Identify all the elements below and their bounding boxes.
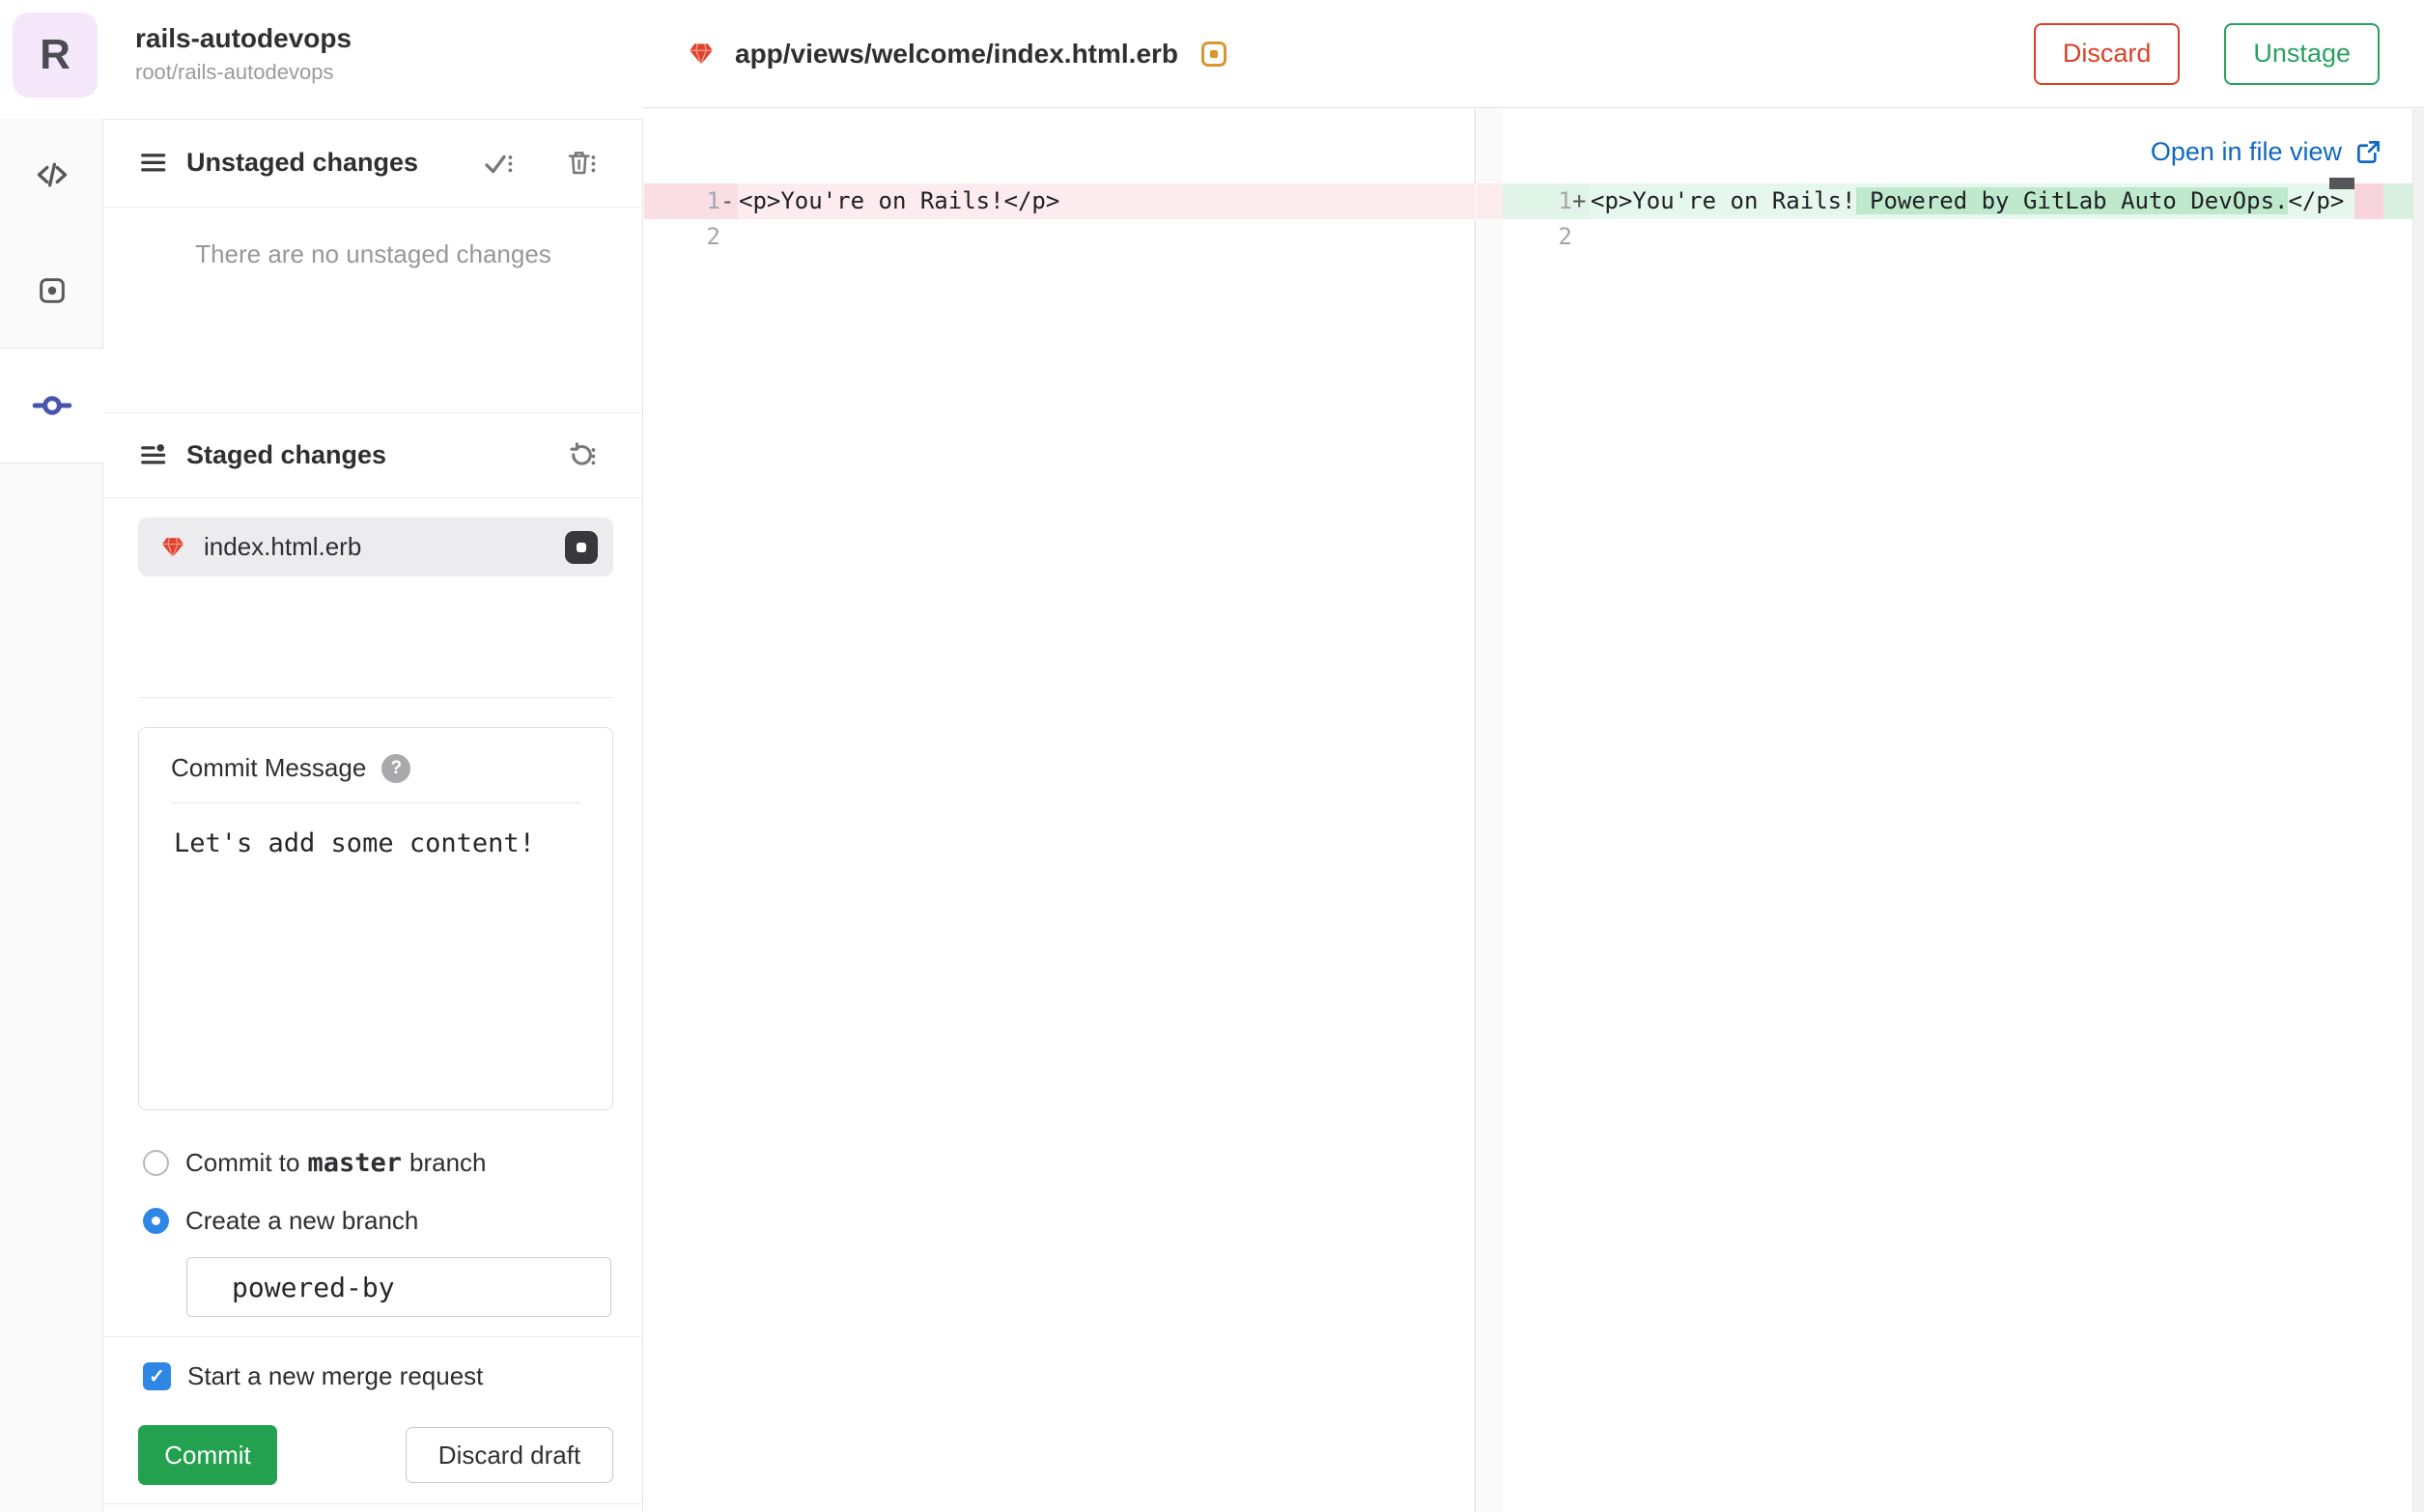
list-icon xyxy=(138,148,169,179)
project-header: R rails-autodevops root/rails-autodevops xyxy=(0,0,643,119)
branch-name-master: master xyxy=(307,1148,403,1178)
diff-file-path: app/views/welcome/index.html.erb xyxy=(735,38,1179,69)
staged-file-row[interactable]: index.html.erb xyxy=(138,518,613,576)
line-number: 1 + xyxy=(1558,187,1587,214)
unstage-all-button[interactable] xyxy=(566,440,597,471)
radio-checked[interactable] xyxy=(143,1208,169,1234)
commit-button[interactable]: Commit xyxy=(138,1425,277,1485)
divider xyxy=(138,697,613,698)
added-code-line[interactable]: <p>You're on Rails! Powered by GitLab Au… xyxy=(1591,183,2344,219)
checkbox-checked[interactable] xyxy=(143,1361,171,1390)
line-number: 2 xyxy=(1558,223,1572,250)
project-path: root/rails-autodevops xyxy=(135,60,334,84)
diff-pane-modified[interactable]: 1 + <p>You're on Rails! Powered by GitLab… xyxy=(1477,109,2412,1512)
ruby-file-icon xyxy=(159,534,186,561)
start-merge-request-option[interactable]: Start a new merge request xyxy=(143,1361,483,1390)
page-scrollbar[interactable] xyxy=(2412,109,2424,1512)
commit-icon xyxy=(32,385,72,426)
staged-file-name: index.html.erb xyxy=(204,532,362,561)
overview-deleted-mark xyxy=(2354,183,2383,219)
modified-badge-orange-icon xyxy=(1201,41,1227,67)
staged-list-icon xyxy=(138,440,169,471)
staged-changes-header: Staged changes xyxy=(103,412,643,498)
added-word-highlight: Powered by GitLab Auto DevOps. xyxy=(1855,187,2289,214)
ruby-file-icon xyxy=(687,40,716,69)
unstage-button[interactable]: Unstage xyxy=(2224,22,2380,85)
discard-button[interactable]: Discard xyxy=(2033,22,2181,85)
create-new-branch-option[interactable]: Create a new branch xyxy=(143,1203,418,1239)
deleted-region-mark xyxy=(1477,183,1503,219)
unstaged-changes-title: Unstaged changes xyxy=(186,148,419,177)
new-branch-name-input[interactable] xyxy=(186,1257,611,1317)
commit-message-label: Commit Message xyxy=(171,753,367,782)
modified-badge-icon xyxy=(565,530,598,564)
line-number: 2 xyxy=(706,223,720,250)
radio-unchecked[interactable] xyxy=(143,1150,169,1176)
discard-draft-button[interactable]: Discard draft xyxy=(406,1427,613,1483)
diff-pane-original[interactable]: 1- <p>You're on Rails!</p> 2 xyxy=(644,109,1476,1512)
scrollbar-thumb[interactable] xyxy=(2329,178,2354,189)
commit-message-input[interactable]: Let's add some content! xyxy=(139,803,612,883)
diff-editor: 1- <p>You're on Rails!</p> 2 1 + <p>You'r… xyxy=(644,109,2424,1512)
unstaged-changes-header: Unstaged changes xyxy=(103,119,643,208)
divider xyxy=(103,119,643,120)
commit-to-branch-option[interactable]: Commit to master branch xyxy=(143,1145,487,1181)
code-icon xyxy=(35,157,70,192)
editor-margin-strip xyxy=(1477,109,1503,1512)
diff-file-header: app/views/welcome/index.html.erb Discard… xyxy=(644,0,2424,108)
diff-panel: app/views/welcome/index.html.erb Discard… xyxy=(644,0,2424,1512)
deleted-code-line[interactable]: <p>You're on Rails!</p> xyxy=(739,183,1059,219)
overview-added-mark xyxy=(2383,183,2412,219)
tab-review[interactable] xyxy=(0,233,103,349)
line-number: 1- xyxy=(706,187,735,214)
open-in-file-view-link[interactable]: Open in file view xyxy=(2151,137,2382,167)
tab-commit[interactable] xyxy=(0,348,103,463)
start-merge-request-label: Start a new merge request xyxy=(187,1360,484,1390)
external-link-icon xyxy=(2355,139,2382,165)
discard-all-button[interactable] xyxy=(566,148,597,179)
divider xyxy=(103,1503,643,1504)
project-title: rails-autodevops xyxy=(135,23,352,53)
activity-bar xyxy=(0,0,103,1512)
staged-changes-title: Staged changes xyxy=(186,440,387,469)
divider xyxy=(103,1336,643,1337)
commit-message-card: Commit Message ? Let's add some content! xyxy=(138,727,613,1110)
commit-to-branch-label: Commit to master branch xyxy=(185,1148,487,1178)
tab-edit[interactable] xyxy=(0,117,103,233)
stage-all-button[interactable] xyxy=(483,148,514,179)
open-in-file-view-label: Open in file view xyxy=(2150,137,2342,166)
review-icon xyxy=(37,275,68,306)
help-icon[interactable]: ? xyxy=(381,753,411,783)
commit-panel: Unstaged changes There are no unstaged c… xyxy=(103,0,643,1512)
create-new-branch-label: Create a new branch xyxy=(185,1206,419,1235)
project-avatar: R xyxy=(13,13,98,98)
unstaged-empty-message: There are no unstaged changes xyxy=(195,239,551,268)
